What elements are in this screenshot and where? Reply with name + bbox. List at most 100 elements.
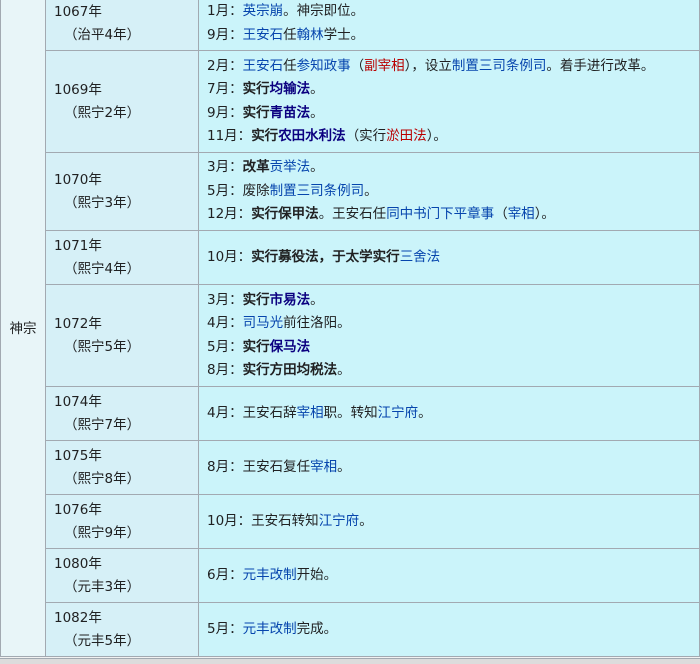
event-text: 。: [310, 104, 324, 121]
wiki-link[interactable]: 制置三司条例司: [452, 58, 547, 74]
events-cell: 10月：实行募役法，于太学实行三舍法: [198, 230, 700, 285]
wiki-link[interactable]: 制置三司条例司: [270, 183, 365, 199]
year-label: 1074年: [54, 393, 102, 410]
event-text: 青苗法: [269, 104, 311, 121]
year-label: 1076年: [54, 501, 102, 518]
era-label: （治平4年）: [64, 26, 141, 43]
event-text: 。王安石任: [318, 206, 387, 223]
event-text: 任: [283, 57, 297, 74]
year-row: 1071年 （熙宁4年） 10月：实行募役法，于太学实行三舍法: [1, 230, 700, 285]
event-text: 开始。: [296, 566, 338, 583]
year-row: 1069年 （熙宁2年） 2月：王安石任参知政事（副宰相），设立制置三司条例司。着手…: [1, 50, 700, 153]
event-text: 实行方田均税法: [242, 362, 338, 378]
event-text: 实行: [251, 128, 279, 144]
event-text: 4月：: [207, 315, 243, 331]
year-cell: 1069年 （熙宁2年）: [45, 50, 199, 153]
events-cell: 3月：改革贡举法。 5月：废除制置三司条例司。 12月：实行保甲法。王安石任同中书门…: [198, 152, 700, 231]
wiki-link[interactable]: 同中书门下平章事: [386, 206, 494, 222]
year-row: 神宗 1067年 （治平4年） 1月：英宗崩。神宗即位。 9月：王安石任翰林学士。: [0, 0, 700, 657]
year-label: 1069年: [54, 81, 102, 98]
wiki-link[interactable]: 英宗崩: [243, 3, 284, 19]
event-text: 。: [418, 404, 432, 421]
era-label: （熙宁4年）: [64, 260, 141, 277]
era-label: （熙宁9年）: [64, 524, 141, 541]
year-row: 1080年 （元丰3年） 6月：元丰改制开始。: [1, 548, 700, 603]
timeline-body: 神宗 1067年 （治平4年） 1月：英宗崩。神宗即位。 9月：王安石任翰林学士。 106…: [0, 0, 700, 657]
wiki-link[interactable]: 贡举法: [270, 159, 311, 175]
wiki-link[interactable]: 宰相: [508, 206, 535, 222]
event-text: 5月：: [207, 338, 243, 355]
year-row: 1082年 （元丰5年） 5月：元丰改制完成。: [1, 602, 700, 657]
event-text: 10月：: [207, 248, 252, 265]
wiki-link[interactable]: 江宁府: [319, 513, 360, 529]
era-label: （熙宁2年）: [64, 104, 141, 121]
event-line: 6月：元丰改制开始。: [207, 564, 699, 588]
event-text: 改革: [242, 159, 270, 176]
wiki-link[interactable]: 淤田法: [386, 128, 427, 144]
era-label: （熙宁7年）: [64, 416, 141, 433]
event-text: 3月：: [207, 291, 243, 308]
event-line: 2月：王安石任参知政事（副宰相），设立制置三司条例司。着手进行改革。: [207, 55, 699, 79]
event-text: 5月：: [207, 620, 243, 637]
year-row: 1072年 （熙宁5年） 3月：实行市易法。 4月：司马光前往洛阳。 5月：实行保马法 8…: [1, 284, 700, 387]
year-row: 1074年 （熙宁7年） 4月：王安石辞宰相职。转知江宁府。: [1, 386, 700, 441]
era-label: （熙宁5年）: [64, 338, 141, 355]
event-text: 。: [310, 291, 324, 308]
events-cell: 6月：元丰改制开始。: [198, 548, 700, 603]
event-text: （实行: [345, 128, 387, 144]
event-text: 9月：: [207, 104, 243, 121]
event-line: 5月：废除制置三司条例司。: [207, 180, 699, 204]
year-cell: 1080年 （元丰3年）: [45, 548, 199, 603]
event-text: 。: [337, 458, 351, 475]
wiki-link[interactable]: 司马光: [243, 315, 284, 331]
events-cell: 2月：王安石任参知政事（副宰相），设立制置三司条例司。着手进行改革。 7月：实行均…: [198, 50, 700, 153]
event-line: 9月：实行青苗法。: [207, 102, 699, 126]
wiki-link[interactable]: 翰林: [297, 27, 324, 43]
event-text: （: [494, 206, 508, 223]
event-text: 。着手进行改革。: [546, 57, 655, 74]
wiki-link[interactable]: 副宰相: [364, 58, 405, 74]
wiki-link[interactable]: 宰相: [297, 405, 324, 421]
wiki-link[interactable]: 江宁府: [378, 405, 419, 421]
event-text: 前往洛阳。: [283, 315, 351, 331]
event-line: 10月：实行募役法，于太学实行三舍法: [207, 246, 699, 270]
wiki-link[interactable]: 王安石: [243, 27, 284, 43]
wiki-link[interactable]: 元丰改制: [243, 567, 297, 583]
event-line: 3月：实行市易法。: [207, 289, 699, 313]
year-row: 1076年 （熙宁9年） 10月：王安石转知江宁府。: [1, 494, 700, 549]
event-text: 学士。: [323, 26, 365, 43]
wiki-link[interactable]: 三舍法: [400, 249, 441, 265]
year-cell: 1072年 （熙宁5年）: [45, 284, 199, 387]
year-label: 1067年: [54, 3, 102, 20]
event-text: 。: [310, 81, 324, 97]
event-line: 5月：元丰改制完成。: [207, 618, 699, 642]
year-label: 1071年: [54, 237, 102, 254]
year-cell: 1071年 （熙宁4年）: [45, 230, 199, 285]
year-cell: 1070年 （熙宁3年）: [45, 152, 199, 231]
wiki-link[interactable]: 参知政事: [297, 58, 351, 74]
wiki-link[interactable]: 宰相: [310, 459, 337, 475]
year-row: 1075年 （熙宁8年） 8月：王安石复任宰相。: [1, 440, 700, 495]
events-cell: 5月：元丰改制完成。: [198, 602, 700, 657]
event-text: 。: [359, 512, 373, 529]
wiki-link[interactable]: 王安石: [243, 58, 284, 74]
year-cell: 1075年 （熙宁8年）: [45, 440, 199, 495]
wiki-link[interactable]: 元丰改制: [243, 621, 297, 637]
event-text: 8月：: [207, 362, 243, 378]
event-text: 。: [337, 362, 351, 378]
year-cell: 1074年 （熙宁7年）: [45, 386, 199, 441]
event-text: 9月：: [207, 26, 243, 43]
event-text: （: [350, 57, 365, 74]
event-text: 12月：: [207, 206, 252, 223]
event-text: ），设立: [404, 57, 452, 74]
event-text: 7月：: [207, 81, 243, 97]
event-text: 。: [310, 159, 324, 176]
year-cell: 1082年 （元丰5年）: [45, 602, 199, 657]
event-text: 3月：: [207, 159, 243, 176]
event-line: 8月：王安石复任宰相。: [207, 456, 699, 480]
event-line: 8月：实行方田均税法。: [207, 359, 699, 383]
event-line: 4月：司马光前往洛阳。: [207, 312, 699, 336]
era-label: （熙宁3年）: [64, 194, 141, 211]
events-cell: 10月：王安石转知江宁府。: [198, 494, 700, 549]
year-label: 1070年: [54, 171, 102, 188]
